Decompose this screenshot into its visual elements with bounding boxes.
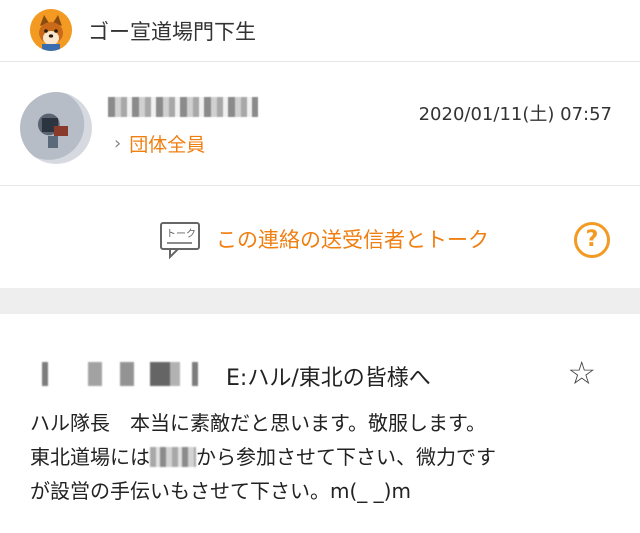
group-avatar[interactable] <box>30 9 72 51</box>
star-icon[interactable]: ☆ <box>567 356 596 390</box>
post-body-text: 東北道場には <box>30 445 150 469</box>
post-title: E:ハル/東北の皆様へ <box>226 366 431 391</box>
post-body-line: が設営の手伝いもさせて下さい。m(_ _)m <box>30 479 411 503</box>
shiba-dog-icon <box>30 9 72 51</box>
post-title-row: E:ハル/東北の皆様へ ☆ <box>30 356 610 392</box>
sender-name-redacted <box>108 97 258 117</box>
post-body-text: から参加させて下さい、微力です <box>196 445 496 469</box>
section-divider <box>0 288 640 314</box>
help-icon[interactable]: ? <box>574 222 610 258</box>
post-body: ハル隊長 本当に素敵だと思います。敬服します。 東北道場には から参加させて下さい… <box>30 406 616 508</box>
post-timestamp: 2020/01/11(土) 07:57 <box>418 104 612 125</box>
post-body-line: 東北道場には から参加させて下さい、微力です <box>30 440 616 474</box>
talk-with-recipients-label[interactable]: この連絡の送受信者とトーク <box>216 224 489 254</box>
svg-text:トーク: トーク <box>166 228 196 240</box>
redacted-text <box>150 447 196 467</box>
sender-avatar[interactable] <box>20 92 92 164</box>
talk-with-recipients-row[interactable]: トーク この連絡の送受信者とトーク ? <box>0 186 640 286</box>
member-scope-link[interactable]: › 団体全員 <box>114 130 205 157</box>
group-header: ゴー宣道場門下生 <box>0 0 640 62</box>
group-name: ゴー宣道場門下生 <box>88 20 256 44</box>
chevron-right-icon: › <box>114 133 122 154</box>
member-scope-label: 団体全員 <box>129 134 206 156</box>
post-title-redacted <box>30 362 202 386</box>
post-body-line: ハル隊長 本当に素敵だと思います。敬服します。 <box>30 411 486 435</box>
chat-bubble-icon: トーク <box>160 222 200 260</box>
post-section: E:ハル/東北の皆様へ ☆ ハル隊長 本当に素敵だと思います。敬服します。 東北… <box>0 314 640 533</box>
sender-section: › 団体全員 2020/01/11(土) 07:57 <box>0 62 640 186</box>
